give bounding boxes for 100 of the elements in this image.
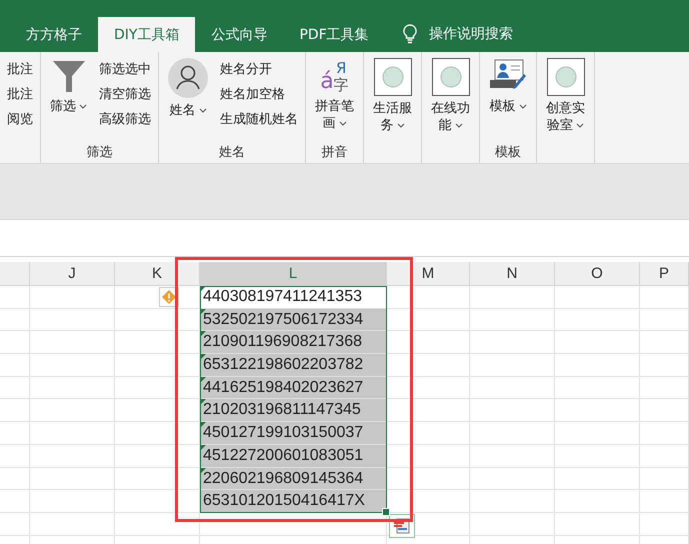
table-cell[interactable] [115, 512, 200, 536]
table-cell[interactable]: 210901196908217368 [200, 331, 387, 354]
ribbon-button[interactable]: 姓名 [164, 56, 212, 143]
table-cell[interactable] [555, 376, 640, 400]
table-cell[interactable] [640, 444, 689, 468]
table-cell[interactable] [115, 444, 200, 468]
table-cell[interactable] [387, 444, 470, 468]
table-cell[interactable] [115, 376, 200, 400]
ribbon-button[interactable]: 模板 [485, 56, 531, 143]
table-cell[interactable] [115, 422, 200, 445]
table-cell[interactable] [0, 490, 30, 513]
table-cell[interactable] [0, 308, 30, 332]
table-cell[interactable] [30, 490, 115, 513]
table-cell[interactable] [0, 399, 30, 422]
ribbon-button[interactable]: 高级筛选 [97, 108, 153, 130]
table-cell[interactable] [387, 399, 470, 422]
ribbon-tab[interactable]: 公式向导 [195, 17, 284, 52]
table-cell[interactable] [555, 354, 640, 377]
table-cell[interactable] [387, 468, 470, 490]
ribbon-button[interactable]: 批注 [5, 58, 35, 80]
table-cell[interactable] [470, 331, 555, 354]
ribbon-button[interactable]: 姓名分开 [218, 58, 300, 80]
table-cell[interactable] [387, 512, 470, 536]
column-header[interactable]: N [470, 262, 555, 285]
table-cell[interactable]: 532502197506172334 [200, 308, 387, 332]
table-cell[interactable]: 440308197411241353 [200, 286, 387, 309]
table-cell[interactable] [470, 308, 555, 332]
table-cell[interactable] [555, 444, 640, 468]
table-cell[interactable] [0, 286, 30, 309]
table-cell[interactable] [30, 512, 115, 536]
table-cell[interactable] [115, 286, 200, 309]
table-cell[interactable] [387, 422, 470, 445]
ribbon-button[interactable]: 姓名加空格 [218, 83, 300, 105]
table-cell[interactable] [640, 490, 689, 513]
table-cell[interactable] [30, 376, 115, 400]
table-cell[interactable] [555, 286, 640, 309]
table-cell[interactable] [640, 512, 689, 536]
ribbon-button[interactable]: 筛选选中 [97, 58, 153, 80]
table-cell[interactable] [387, 308, 470, 332]
table-cell[interactable]: 653122198602203782 [200, 354, 387, 377]
table-cell[interactable] [387, 376, 470, 400]
table-cell[interactable] [115, 399, 200, 422]
table-cell[interactable]: 65310120150416417X [200, 490, 387, 513]
table-cell[interactable] [30, 354, 115, 377]
ribbon-tab[interactable]: PDF工具集 [283, 17, 385, 52]
table-cell[interactable] [555, 399, 640, 422]
ribbon-button[interactable]: 创意实 验室 [542, 56, 589, 161]
column-header[interactable]: P [640, 262, 689, 285]
table-cell[interactable] [0, 444, 30, 468]
table-cell[interactable] [640, 308, 689, 332]
ribbon-button[interactable]: 筛选 [46, 56, 91, 143]
ribbon-button[interactable]: 在线功 能 [427, 56, 474, 161]
table-cell[interactable] [115, 331, 200, 354]
table-cell[interactable] [30, 422, 115, 445]
table-cell[interactable] [555, 331, 640, 354]
table-cell[interactable] [30, 444, 115, 468]
table-cell[interactable]: 451227200601083051 [200, 444, 387, 468]
table-cell[interactable] [555, 308, 640, 332]
table-cell[interactable]: 441625198402023627 [200, 376, 387, 400]
table-cell[interactable] [387, 354, 470, 377]
table-cell[interactable]: 210203196811147345 [200, 399, 387, 422]
table-cell[interactable] [470, 399, 555, 422]
table-cell[interactable] [115, 468, 200, 490]
table-cell[interactable] [115, 308, 200, 332]
table-cell[interactable] [555, 468, 640, 490]
table-cell[interactable] [470, 286, 555, 309]
column-header[interactable]: L [200, 262, 387, 285]
table-cell[interactable] [470, 490, 555, 513]
table-cell[interactable] [470, 354, 555, 377]
column-header[interactable]: M [387, 262, 470, 285]
table-cell[interactable] [0, 331, 30, 354]
table-cell[interactable]: 450127199103150037 [200, 422, 387, 445]
ribbon-button[interactable]: 清空筛选 [97, 83, 153, 105]
column-header[interactable]: O [555, 262, 640, 285]
table-cell[interactable] [30, 308, 115, 332]
table-cell[interactable] [115, 490, 200, 513]
table-cell[interactable] [115, 354, 200, 377]
table-cell[interactable] [387, 286, 470, 309]
table-cell[interactable] [30, 468, 115, 490]
table-cell[interactable] [640, 286, 689, 309]
table-cell[interactable] [0, 376, 30, 400]
table-cell[interactable] [640, 468, 689, 490]
ribbon-button[interactable]: 生成随机姓名 [218, 108, 300, 130]
table-cell[interactable] [0, 354, 30, 377]
table-cell[interactable] [0, 422, 30, 445]
table-cell[interactable] [30, 286, 115, 309]
table-cell[interactable] [30, 399, 115, 422]
table-cell[interactable] [470, 468, 555, 490]
table-cell[interactable] [555, 512, 640, 536]
table-cell[interactable] [640, 331, 689, 354]
tell-me-search[interactable]: 操作说明搜索 [428, 24, 513, 42]
table-cell[interactable] [470, 444, 555, 468]
fill-handle[interactable] [382, 508, 390, 516]
table-cell[interactable] [0, 512, 30, 536]
table-cell[interactable] [640, 376, 689, 400]
table-cell[interactable] [640, 354, 689, 377]
ribbon-button[interactable]: 生活服 务 [369, 56, 416, 161]
ribbon-tab[interactable]: DIY工具箱 [98, 17, 196, 52]
table-cell[interactable] [555, 422, 640, 445]
table-cell[interactable] [555, 490, 640, 513]
